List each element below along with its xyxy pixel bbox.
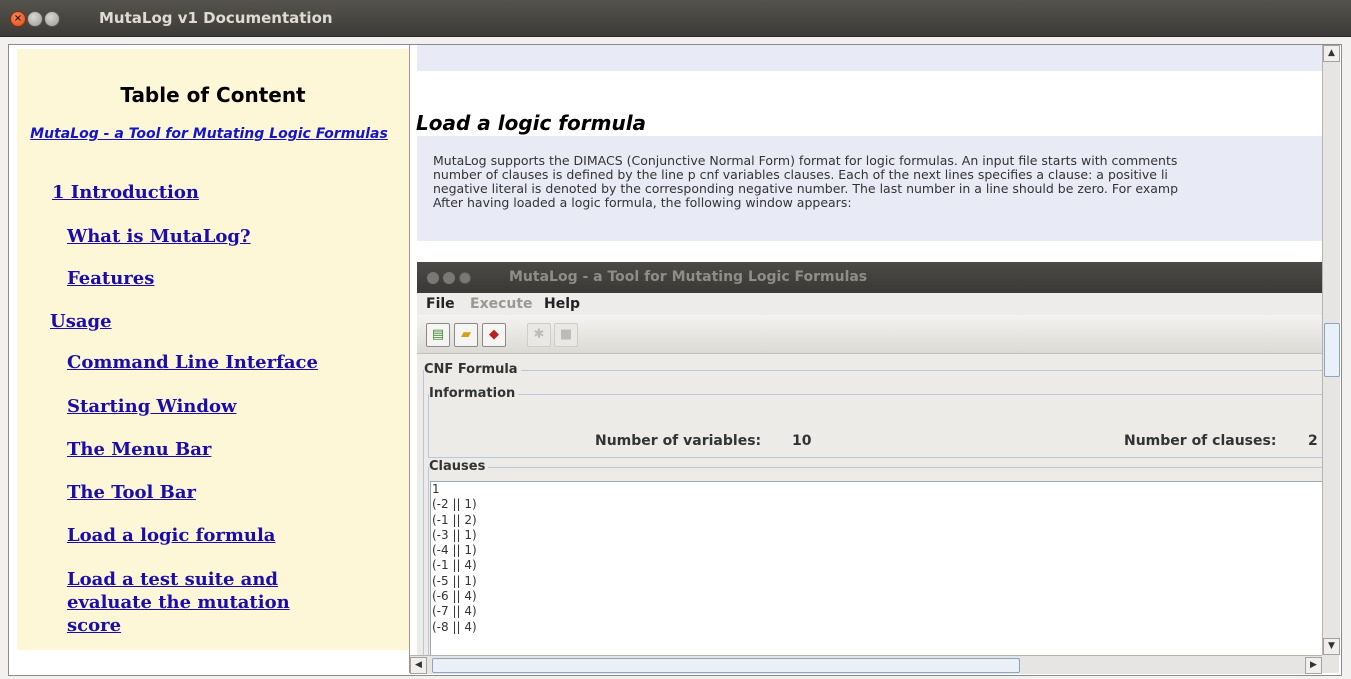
stop-icon: ■ (554, 323, 578, 347)
clause-row: (-8 || 4) (432, 619, 477, 634)
top-band (417, 45, 1322, 71)
gear-icon: ✱ (527, 323, 551, 347)
clauses-count-label: Number of clauses: (1124, 433, 1277, 449)
embedded-toolbar: ▤ ▰ ◆ ✱ ■ (417, 315, 1322, 354)
clauses-list: 1 (-2 || 1) (-1 || 2) (-3 || 1) (-4 || 1… (430, 481, 1322, 655)
toc-link-features[interactable]: Features (67, 267, 154, 290)
clause-row: (-7 || 4) (432, 604, 477, 619)
window-title: MutaLog v1 Documentation (99, 9, 333, 27)
vertical-scrollbar[interactable]: ▲ ▼ (1322, 45, 1340, 655)
cnf-formula-label: CNF Formula (424, 362, 521, 377)
toc-link-load-logic-formula[interactable]: Load a logic formula (67, 524, 275, 547)
description-line: negative literal is denoted by the corre… (433, 181, 1179, 196)
embedded-title: MutaLog - a Tool for Mutating Logic Form… (509, 269, 868, 285)
toc-link-usage[interactable]: Usage (50, 310, 112, 333)
maximize-icon (459, 272, 471, 284)
description-line: After having loaded a logic formula, the… (433, 195, 852, 210)
toc-panel: Table of Content MutaLog - a Tool for Mu… (17, 49, 409, 650)
toc-link-what-is-mutalog[interactable]: What is MutaLog? (67, 225, 251, 248)
horizontal-scroll-thumb[interactable] (432, 658, 1020, 673)
toc-link-introduction[interactable]: 1 Introduction (52, 181, 199, 204)
vertical-scroll-thumb[interactable] (1324, 323, 1340, 377)
clause-row: (-1 || 4) (432, 558, 477, 573)
load-formula-icon: ▤ (426, 323, 450, 347)
toc-link-load-test-suite[interactable]: Load a test suite and evaluate the mutat… (67, 568, 347, 637)
horizontal-scrollbar[interactable]: ◀ ▶ (410, 655, 1322, 674)
toc-link-mutalog[interactable]: MutaLog - a Tool for Mutating Logic Form… (29, 125, 389, 144)
scroll-right-icon[interactable]: ▶ (1305, 657, 1322, 674)
scroll-corner (1322, 655, 1339, 673)
scroll-up-icon[interactable]: ▲ (1323, 45, 1340, 62)
clause-row: 1 (432, 482, 440, 496)
scroll-down-icon[interactable]: ▼ (1323, 638, 1340, 655)
load-testsuite-icon: ◆ (482, 323, 506, 347)
clause-row: (-4 || 1) (432, 543, 477, 558)
description-line: MutaLog supports the DIMACS (Conjunctive… (433, 153, 1178, 168)
section-title: Load a logic formula (416, 111, 647, 135)
clause-row: (-1 || 2) (432, 512, 477, 527)
close-icon[interactable]: × (10, 11, 26, 27)
clauses-count-value: 2 (1308, 433, 1318, 449)
clauses-label: Clauses (429, 459, 489, 474)
menu-execute: Execute (470, 296, 533, 312)
clause-row: (-2 || 1) (432, 497, 477, 512)
toc-title: Table of Content (120, 83, 306, 107)
vars-value: 10 (792, 433, 812, 449)
maximize-icon[interactable] (44, 11, 60, 27)
toc-pane: Table of Content MutaLog - a Tool for Mu… (9, 45, 410, 673)
toc-link-command-line[interactable]: Command Line Interface (67, 351, 318, 374)
minimize-icon (443, 272, 455, 284)
clause-row: (-3 || 1) (432, 527, 477, 542)
clause-row: (-5 || 1) (432, 573, 477, 588)
title-bar: × MutaLog v1 Documentation (0, 0, 1351, 37)
description-box: MutaLog supports the DIMACS (Conjunctive… (417, 136, 1322, 241)
toc-link-starting-window[interactable]: Starting Window (67, 395, 236, 418)
embedded-screenshot: MutaLog - a Tool for Mutating Logic Form… (417, 262, 1322, 655)
menu-help: Help (544, 296, 581, 312)
embedded-menu-bar: File Execute Help (417, 293, 1322, 315)
vars-label: Number of variables: (595, 433, 762, 449)
menu-file: File (426, 296, 455, 312)
toc-link-tool-bar[interactable]: The Tool Bar (67, 481, 196, 504)
information-label: Information (429, 386, 519, 401)
embedded-title-bar: MutaLog - a Tool for Mutating Logic Form… (417, 262, 1322, 293)
toc-link-menu-bar[interactable]: The Menu Bar (67, 438, 211, 461)
description-line: number of clauses is defined by the line… (433, 167, 1168, 182)
scroll-left-icon[interactable]: ◀ (410, 657, 427, 674)
minimize-icon[interactable] (27, 11, 43, 27)
open-folder-icon: ▰ (454, 323, 478, 347)
clause-row: (-6 || 4) (432, 589, 477, 604)
close-icon (427, 272, 439, 284)
content-pane: Load a logic formula MutaLog supports th… (410, 45, 1322, 655)
